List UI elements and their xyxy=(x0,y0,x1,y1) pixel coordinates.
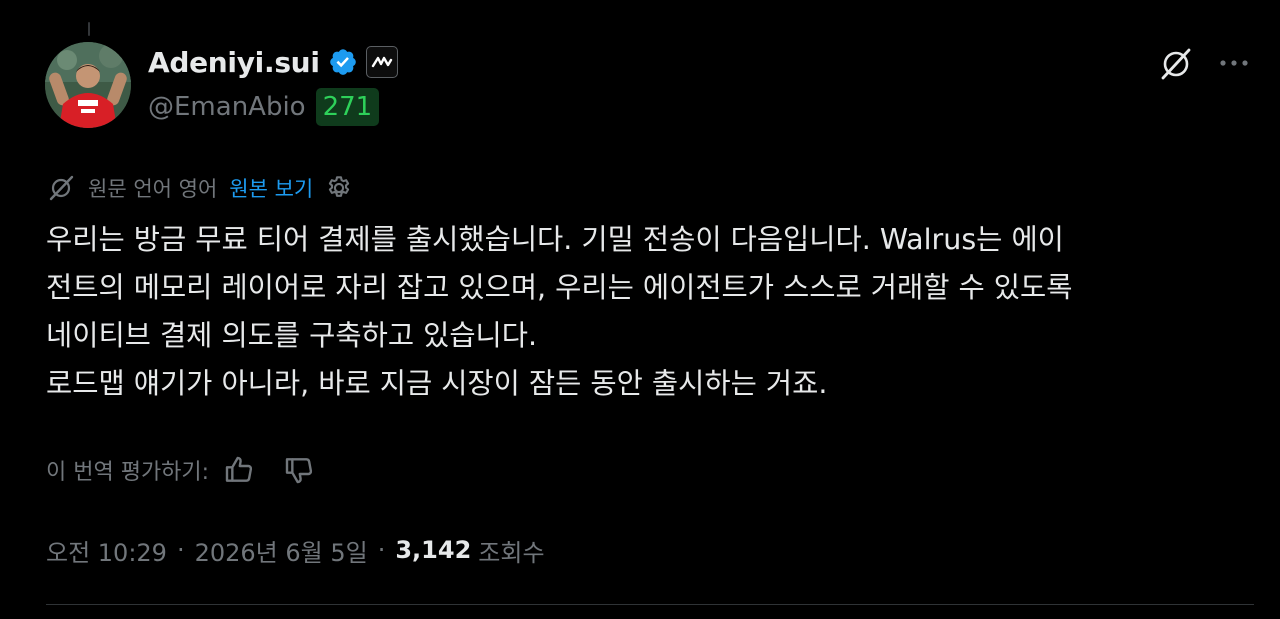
author-handle-row: @EmanAbio 271 xyxy=(148,86,380,128)
profile-photo xyxy=(45,42,131,128)
tweet-text-line: 우리는 방금 무료 티어 결제를 출시했습니다. 기밀 전송이 다음입니다. W… xyxy=(46,223,1064,256)
rate-translation-label: 이 번역 평가하기: xyxy=(46,460,210,485)
score-badge: 271 xyxy=(315,88,380,126)
views-label: 조회수 xyxy=(478,538,545,567)
avatar[interactable] xyxy=(45,42,131,128)
author-handle[interactable]: @EmanAbio xyxy=(148,92,306,122)
thumbs-up-icon[interactable] xyxy=(223,454,255,486)
tweet-text-line: 로드맵 얘기가 아니라, 바로 지금 시장이 잠든 동안 출시하는 거죠. xyxy=(46,367,828,400)
meta-separator: · xyxy=(377,536,386,564)
views-count: 3,142 xyxy=(395,536,472,564)
tweet-text-line: 네이티브 결제 의도를 구축하고 있습니다. xyxy=(46,319,538,352)
author-name-row: Adeniyi.sui xyxy=(148,42,398,82)
author-display-name[interactable]: Adeniyi.sui xyxy=(148,46,320,79)
verified-check-icon[interactable] xyxy=(328,47,358,77)
grok-icon[interactable] xyxy=(1156,44,1196,84)
more-icon[interactable] xyxy=(1214,48,1254,78)
tweet-meta: 오전 10:29 · 2026년 6월 5일 · 3,142 조회수 xyxy=(46,530,545,570)
tweet-text: 우리는 방금 무료 티어 결제를 출시했습니다. 기밀 전송이 다음입니다. W… xyxy=(46,216,1256,408)
tweet-time[interactable]: 오전 10:29 xyxy=(46,533,167,568)
translation-bar: 원문 언어 영어 원본 보기 xyxy=(46,170,353,206)
thread-connector-line xyxy=(88,22,90,36)
tweet-date[interactable]: 2026년 6월 5일 xyxy=(195,533,368,568)
translation-source-label: 원문 언어 영어 xyxy=(88,177,218,201)
divider xyxy=(46,604,1254,605)
thumbs-down-icon[interactable] xyxy=(283,454,315,486)
meta-separator: · xyxy=(176,536,185,564)
translate-globe-icon xyxy=(49,175,74,201)
affiliate-logo-icon xyxy=(371,56,392,68)
gear-icon[interactable] xyxy=(325,174,353,202)
rate-translation-row: 이 번역 평가하기: xyxy=(46,450,315,490)
tweet-text-line: 전트의 메모리 레이어로 자리 잡고 있으며, 우리는 에이전트가 스스로 거래… xyxy=(46,271,1073,304)
tweet-detail: Adeniyi.sui @EmanAbio 271 원문 언어 영어 원본 보기 xyxy=(0,0,1280,619)
affiliate-badge[interactable] xyxy=(365,46,398,78)
show-original-link[interactable]: 원본 보기 xyxy=(229,173,313,203)
